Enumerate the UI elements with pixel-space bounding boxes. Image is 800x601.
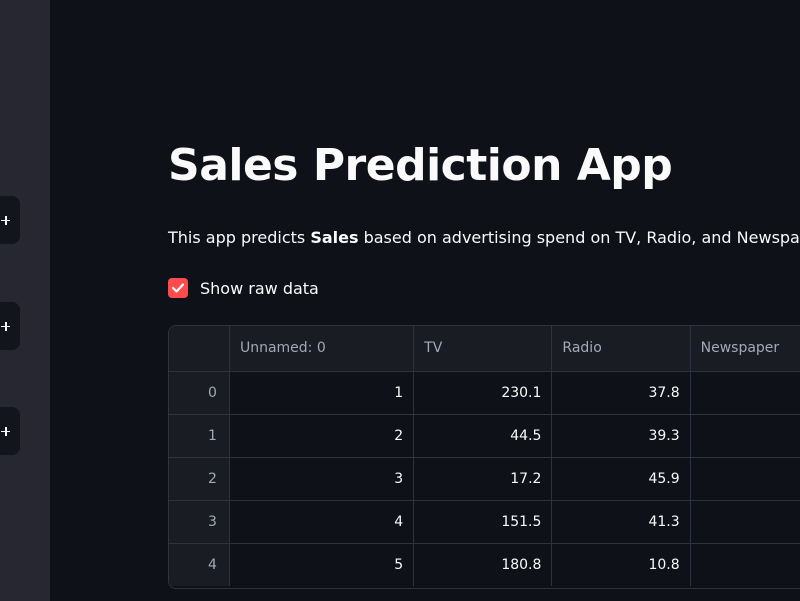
table-cell[interactable]: 37.8 xyxy=(551,371,691,415)
row-index: 4 xyxy=(169,543,230,586)
description-prefix: This app predicts xyxy=(168,228,311,247)
table-row: 3 4 151.5 41.3 xyxy=(169,500,800,544)
description-suffix: based on advertising spend on TV, Radio,… xyxy=(358,228,800,247)
sidebar-plus-button-1[interactable] xyxy=(0,196,20,244)
column-header-tv[interactable]: TV xyxy=(413,326,553,372)
plus-icon xyxy=(1,321,10,331)
table-cell[interactable]: 5 xyxy=(229,543,415,586)
raw-data-table[interactable]: Unnamed: 0 TV Radio Newspaper 0 1 230.1 … xyxy=(168,325,800,589)
sidebar-plus-button-2[interactable] xyxy=(0,302,20,350)
table-header-row: Unnamed: 0 TV Radio Newspaper xyxy=(169,326,800,372)
table-cell[interactable]: 230.1 xyxy=(413,371,553,415)
plus-icon xyxy=(1,426,10,436)
sidebar-plus-button-3[interactable] xyxy=(0,407,20,455)
table-cell[interactable]: 3 xyxy=(229,457,415,501)
table-cell[interactable]: 17.2 xyxy=(413,457,553,501)
table-row: 0 1 230.1 37.8 xyxy=(169,371,800,415)
table-row: 4 5 180.8 10.8 xyxy=(169,543,800,586)
checkbox-label: Show raw data xyxy=(200,278,319,298)
app-description: This app predicts Sales based on adverti… xyxy=(168,228,800,247)
page-title: Sales Prediction App xyxy=(168,140,673,191)
table-cell[interactable]: 39.3 xyxy=(551,414,691,458)
table-cell[interactable]: 151.5 xyxy=(413,500,553,544)
row-index: 3 xyxy=(169,500,230,544)
table-cell[interactable] xyxy=(690,457,800,501)
sidebar xyxy=(0,0,50,601)
table-cell[interactable]: 44.5 xyxy=(413,414,553,458)
table-cell[interactable] xyxy=(690,543,800,586)
row-index: 2 xyxy=(169,457,230,501)
table-cell[interactable]: 41.3 xyxy=(551,500,691,544)
column-header-newspaper[interactable]: Newspaper xyxy=(690,326,800,372)
checkmark-icon xyxy=(172,283,184,293)
table-cell[interactable]: 2 xyxy=(229,414,415,458)
show-raw-data-checkbox-row[interactable]: Show raw data xyxy=(168,278,319,298)
row-index: 0 xyxy=(169,371,230,415)
table-row: 2 3 17.2 45.9 xyxy=(169,457,800,501)
column-header-unnamed[interactable]: Unnamed: 0 xyxy=(229,326,415,372)
table-cell[interactable] xyxy=(690,500,800,544)
table-cell[interactable]: 180.8 xyxy=(413,543,553,586)
main-content: Sales Prediction App This app predicts S… xyxy=(168,0,800,601)
table-cell[interactable]: 1 xyxy=(229,371,415,415)
table-cell[interactable] xyxy=(690,371,800,415)
description-bold: Sales xyxy=(310,228,359,247)
table-cell[interactable]: 10.8 xyxy=(551,543,691,586)
column-header-radio[interactable]: Radio xyxy=(551,326,691,372)
plus-icon xyxy=(1,215,10,225)
table-cell[interactable]: 45.9 xyxy=(551,457,691,501)
table-row: 1 2 44.5 39.3 xyxy=(169,414,800,458)
app-window: Sales Prediction App This app predicts S… xyxy=(0,0,800,601)
table-cell[interactable] xyxy=(690,414,800,458)
show-raw-data-checkbox[interactable] xyxy=(168,278,188,298)
row-index: 1 xyxy=(169,414,230,458)
index-header xyxy=(169,326,230,372)
table-cell[interactable]: 4 xyxy=(229,500,415,544)
